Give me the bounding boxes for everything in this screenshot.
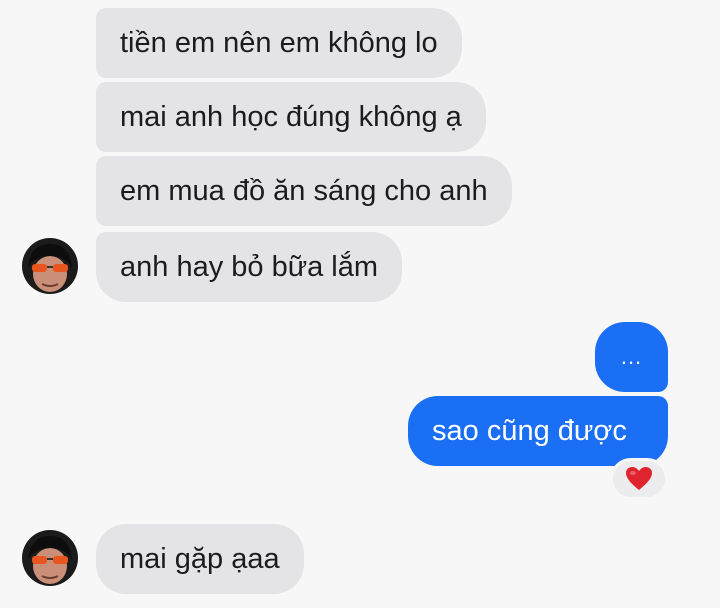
incoming-message[interactable]: anh hay bỏ bữa lắm xyxy=(96,232,403,302)
red-heart-icon xyxy=(626,467,652,490)
chat-thread: tiền em nên em không lo mai anh học đúng… xyxy=(0,0,720,608)
message-text: mai anh học đúng không ạ xyxy=(120,100,462,133)
incoming-message[interactable]: em mua đồ ăn sáng cho anh xyxy=(96,156,512,226)
incoming-message[interactable]: mai anh học đúng không ạ xyxy=(96,82,486,152)
outgoing-message[interactable]: sao cũng được xyxy=(408,396,668,466)
message-text: ... xyxy=(620,344,643,369)
message-reaction[interactable] xyxy=(610,458,668,500)
outgoing-message[interactable]: ... xyxy=(595,322,668,392)
incoming-message[interactable]: mai gặp ạaa xyxy=(96,524,304,594)
avatar-photo xyxy=(22,530,78,586)
message-text: em mua đồ ăn sáng cho anh xyxy=(120,174,488,207)
contact-avatar[interactable] xyxy=(22,238,78,294)
message-text: mai gặp ạaa xyxy=(120,542,280,575)
avatar-photo xyxy=(22,238,78,294)
contact-avatar[interactable] xyxy=(22,530,78,586)
message-text: tiền em nên em không lo xyxy=(120,26,438,59)
message-text: anh hay bỏ bữa lắm xyxy=(120,250,379,283)
incoming-message[interactable]: tiền em nên em không lo xyxy=(96,8,462,78)
message-text: sao cũng được xyxy=(432,414,627,447)
